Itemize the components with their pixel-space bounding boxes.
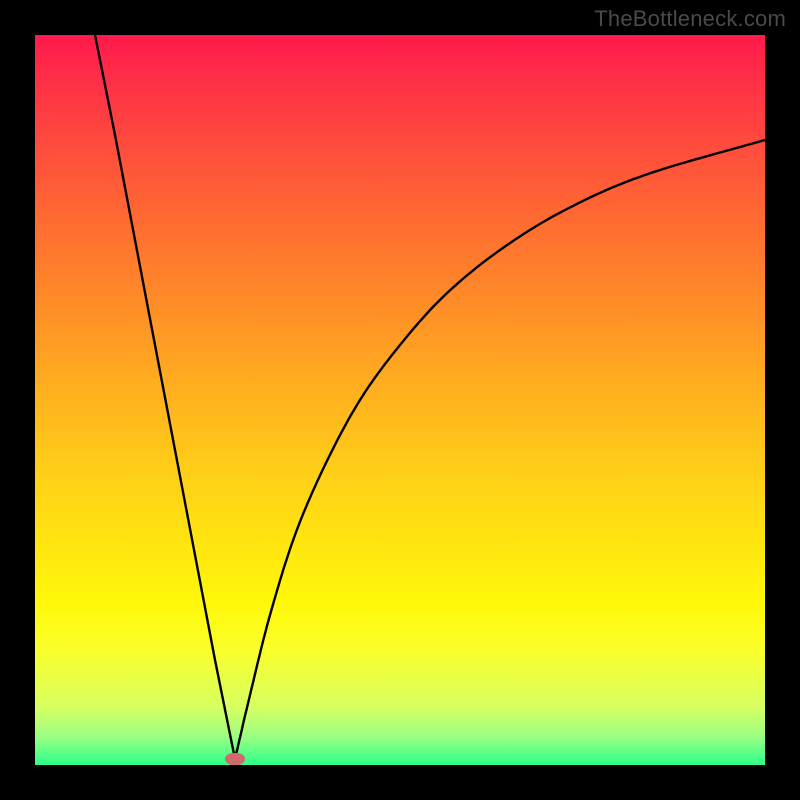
- bottleneck-curve: [35, 35, 765, 765]
- plot-area: [35, 35, 765, 765]
- minimum-marker: [225, 753, 245, 765]
- chart-frame: TheBottleneck.com: [0, 0, 800, 800]
- attribution-label: TheBottleneck.com: [594, 6, 786, 32]
